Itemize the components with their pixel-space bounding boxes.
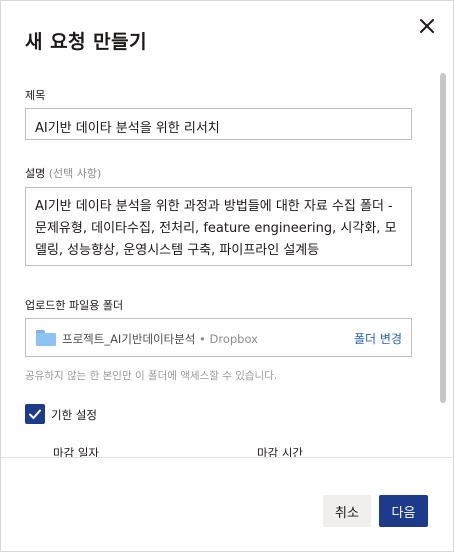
title-input[interactable]: AI기반 데이타 분석을 위한 리서치 [25,108,412,140]
upload-folder-field: 프로젝트_AI기반데이타분석 • Dropbox 폴더 변경 [25,318,412,357]
dialog-title: 새 요청 만들기 [25,31,148,53]
next-button[interactable]: 다음 [379,495,428,527]
description-label-text: 설명 [25,167,46,180]
scrollbar-thumb[interactable] [440,73,446,403]
description-optional-text: (선택 사항) [48,167,102,180]
folder-helper-text: 공유하지 않는 한 본인만 이 폴더에 액세스할 수 있습니다. [25,370,278,382]
folder-name-text: 프로젝트_AI기반데이타분석 [62,332,196,346]
footer-divider [1,457,453,458]
folder-source-text: • Dropbox [195,332,258,346]
folder-icon [36,330,56,346]
close-icon[interactable] [415,14,439,38]
deadline-checkbox-label: 기한 설정 [51,408,97,422]
title-label: 제목 [25,89,46,102]
cancel-button[interactable]: 취소 [323,495,371,527]
folder-label: 업로드한 파일용 폴더 [25,299,124,312]
folder-path: 프로젝트_AI기반데이타분석 • Dropbox [62,331,258,347]
checkmark-icon [29,409,41,419]
change-folder-link[interactable]: 폴더 변경 [354,330,402,347]
description-label: 설명 (선택 사항) [25,165,101,181]
deadline-checkbox[interactable] [25,404,45,424]
description-textarea[interactable]: AI기반 데이타 분석을 위한 과정과 방법들에 대한 자료 수집 폴더 - 문… [25,187,412,266]
